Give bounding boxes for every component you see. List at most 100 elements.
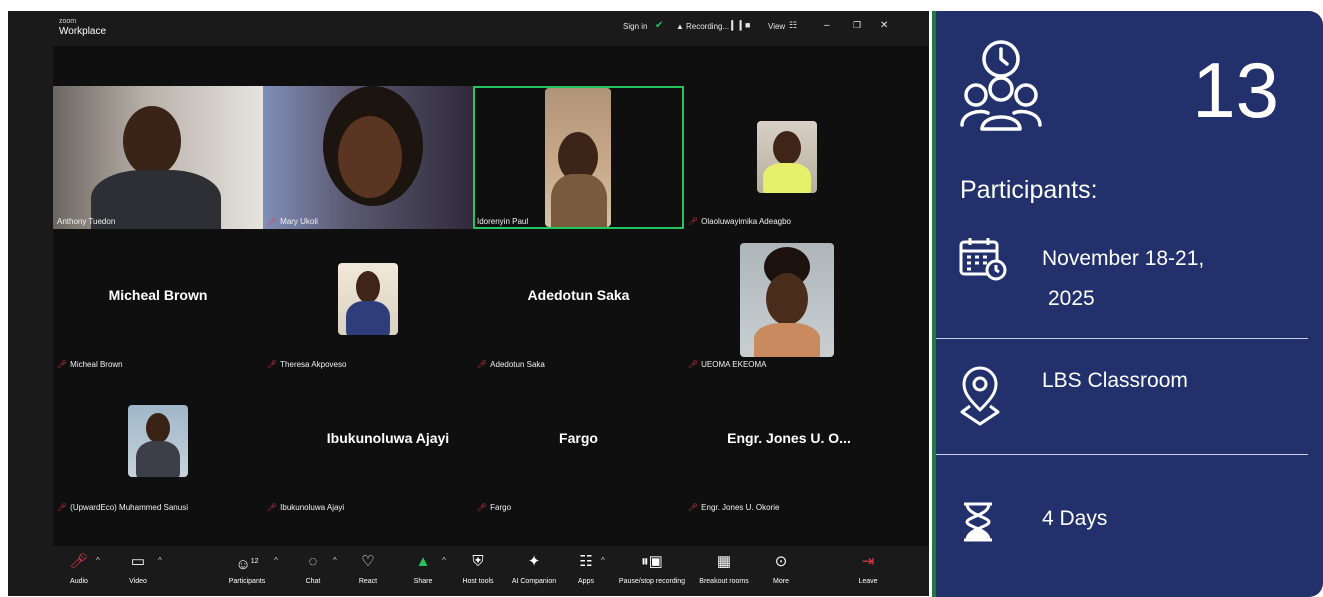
apps-button[interactable]: ☷ Apps: [573, 552, 599, 585]
participant-display-name: Fargo: [559, 430, 598, 446]
separator: [936, 338, 1308, 339]
more-label: More: [773, 578, 789, 585]
more-button[interactable]: ⊙ More: [766, 552, 796, 585]
muted-mic-icon: 🎤︎: [69, 553, 89, 570]
heart-icon: ♡: [361, 553, 375, 570]
chevron-up-icon[interactable]: ^: [333, 556, 337, 565]
participant-tile[interactable]: Engr. Jones U. O... 🎤︎ Engr. Jones U. Oko…: [684, 372, 894, 515]
breakout-rooms-button[interactable]: ▦ Breakout rooms: [694, 552, 754, 585]
muted-mic-icon: 🎤︎: [267, 360, 278, 369]
participant-tile[interactable]: Micheal Brown 🎤︎ Micheal Brown: [53, 229, 263, 372]
leave-label: Leave: [858, 578, 878, 585]
participant-video: [545, 88, 611, 227]
share-label: Share: [413, 578, 433, 585]
participant-body: [551, 174, 607, 227]
brand-small: zoom: [59, 18, 77, 25]
title-bar: zoom Workplace Sign in ✔ ▲ Recording... …: [8, 11, 929, 45]
ai-companion-button[interactable]: ✦ AI Companion: [506, 552, 562, 585]
pause-icon[interactable]: ❙❙: [728, 20, 745, 31]
participant-body: [136, 441, 180, 477]
zoom-window: zoom Workplace Sign in ✔ ▲ Recording... …: [8, 11, 929, 596]
react-button[interactable]: ♡ React: [353, 552, 383, 585]
audio-button[interactable]: 🎤︎ Audio: [64, 552, 94, 585]
participant-display-name: Micheal Brown: [108, 287, 208, 303]
react-label: React: [358, 578, 378, 585]
chevron-up-icon[interactable]: ^: [96, 556, 100, 565]
participants-clock-icon: [960, 40, 1042, 131]
muted-mic-icon: 🎤︎: [267, 217, 278, 226]
leave-button[interactable]: ⇥ Leave: [853, 552, 883, 585]
event-date-line2: 2025: [1048, 287, 1095, 310]
host-tools-button[interactable]: ⛨ Host tools: [458, 552, 498, 585]
video-button[interactable]: ▭ Video: [123, 552, 153, 585]
participant-name: 🎤︎ Mary Ukoli: [267, 217, 318, 226]
breakout-rooms-icon: ▦: [716, 553, 732, 570]
participant-tile[interactable]: 🎤︎ Mary Ukoli: [263, 86, 473, 229]
muted-mic-icon: 🎤︎: [688, 217, 699, 226]
chat-label: Chat: [305, 578, 321, 585]
participant-body: [754, 323, 820, 357]
participant-body: [346, 301, 390, 335]
separator: [936, 454, 1308, 455]
participant-tile[interactable]: Adedotun Saka 🎤︎ Adedotun Saka: [473, 229, 684, 372]
restore-icon[interactable]: ❐: [853, 20, 861, 31]
host-tools-label: Host tools: [462, 578, 494, 585]
shield-icon: ⛨: [472, 553, 484, 570]
participant-tile[interactable]: 🎤︎ UEOMA EKEOMA: [684, 229, 894, 372]
close-icon[interactable]: ✕: [880, 20, 888, 31]
muted-mic-icon: 🎤︎: [57, 360, 68, 369]
participants-count-badge: 12: [250, 558, 259, 565]
muted-mic-icon: 🎤︎: [267, 503, 278, 512]
participant-tile[interactable]: 🎤︎ (UpwardEco) Muhammed Sanusi: [53, 372, 263, 515]
chevron-up-icon[interactable]: ^: [442, 556, 446, 565]
participant-face: [773, 131, 801, 165]
minimize-icon[interactable]: –: [824, 20, 830, 31]
pause-stop-recording-button[interactable]: ⏸︎▣ Pause/stop recording: [614, 552, 690, 585]
participant-display-name: Ibukunoluwa Ajayi: [326, 430, 450, 446]
chat-icon: ◌: [308, 553, 318, 570]
participants-icon: ☺12: [235, 556, 259, 573]
participant-tile[interactable]: 🎤︎ Theresa Akpoveso: [263, 229, 473, 372]
brand-title: Workplace: [59, 26, 107, 37]
participant-name: 🎤︎ Fargo: [477, 503, 512, 512]
participant-tile[interactable]: Ibukunoluwa Ajayi 🎤︎ Ibukunoluwa Ajayi: [263, 372, 473, 515]
event-date-line1: November 18-21,: [1042, 247, 1205, 270]
stop-icon[interactable]: ■: [745, 20, 750, 30]
participants-button[interactable]: ☺12 Participants: [226, 552, 268, 585]
chevron-up-icon[interactable]: ^: [601, 556, 605, 565]
participant-name: 🎤︎ Olaoluwayimika Adeagbo: [688, 217, 791, 226]
grid-view-icon[interactable]: ☷: [789, 20, 797, 31]
chat-button[interactable]: ◌ Chat: [298, 552, 328, 585]
participant-name: 🎤︎ Adedotun Saka: [477, 360, 545, 369]
participant-avatar: [757, 121, 817, 193]
apps-label: Apps: [578, 578, 594, 585]
leave-icon: ⇥: [861, 553, 875, 570]
recording-status: Recording...: [686, 22, 730, 31]
shield-check-icon[interactable]: ✔: [655, 20, 663, 31]
participant-name: Anthony Tuedon: [57, 217, 116, 226]
participant-name: 🎤︎ Ibukunoluwa Ajayi: [267, 503, 345, 512]
camera-icon: ▭: [130, 553, 146, 570]
muted-mic-icon: 🎤︎: [688, 360, 699, 369]
event-location: LBS Classroom: [1042, 369, 1188, 392]
sign-in-button[interactable]: Sign in: [623, 22, 647, 31]
share-button[interactable]: ▲ Share: [408, 552, 438, 585]
chevron-up-icon[interactable]: ^: [158, 556, 162, 565]
participant-tile[interactable]: Anthony Tuedon: [53, 86, 263, 229]
participants-label: Participants:: [960, 176, 1098, 204]
participant-display-name: Adedotun Saka: [527, 287, 630, 303]
participant-avatar: [338, 263, 398, 335]
view-button[interactable]: View: [768, 22, 785, 31]
apps-icon: ☷: [579, 553, 593, 570]
participant-avatar: [128, 405, 188, 477]
ai-companion-label: AI Companion: [511, 578, 557, 585]
participant-face: [356, 271, 380, 303]
chevron-up-icon[interactable]: ^: [274, 556, 278, 565]
participant-tile[interactable]: Fargo 🎤︎ Fargo: [473, 372, 684, 515]
participant-name: 🎤︎ Theresa Akpoveso: [267, 360, 347, 369]
participant-tile-active-speaker[interactable]: Idorenyin Paul: [473, 86, 684, 229]
participant-face: [766, 273, 808, 325]
recording-icon: ▲: [676, 22, 684, 31]
participant-count: 13: [1192, 46, 1279, 134]
participant-tile[interactable]: 🎤︎ Olaoluwayimika Adeagbo: [684, 86, 894, 229]
